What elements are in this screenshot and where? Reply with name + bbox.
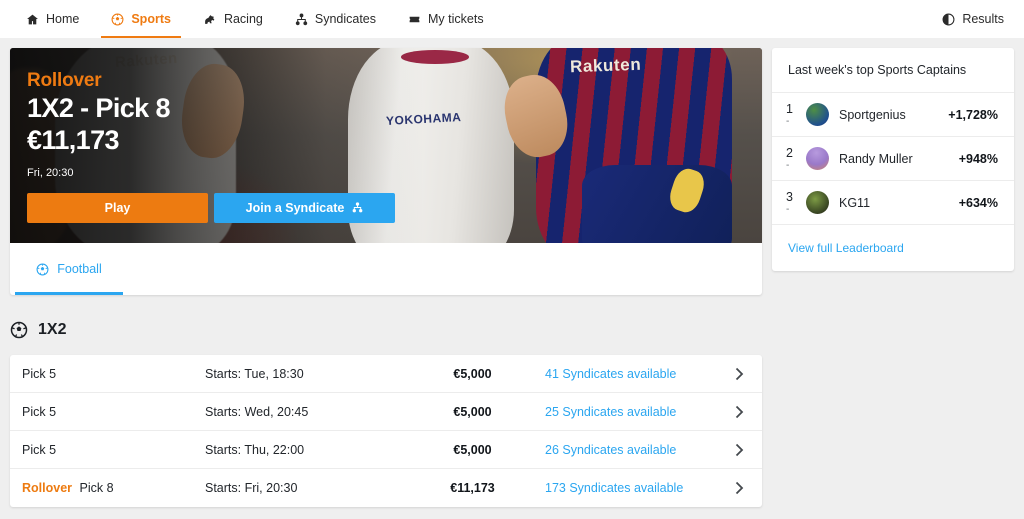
nav-item-label: Sports	[131, 12, 171, 26]
leaderboard-rank: 1 -	[786, 102, 796, 127]
leaderboard-percent: +948%	[958, 151, 998, 166]
contrast-circle-icon	[942, 13, 955, 26]
leaderboard-card: Last week's top Sports Captains 1 - Spor…	[772, 48, 1014, 271]
chevron-right-icon[interactable]	[716, 367, 762, 381]
hero-rollover-badge: Rollover	[27, 70, 102, 91]
play-button-label: Play	[104, 200, 131, 215]
hero-buttons: Play Join a Syndicate	[27, 192, 762, 223]
rank-change-indicator: -	[786, 115, 790, 127]
row-prize: €5,000	[453, 366, 492, 381]
row-pick: Pick 5	[10, 367, 205, 381]
section-title: 1X2	[38, 321, 67, 338]
table-row[interactable]: Pick 5 Starts: Wed, 20:45 €5,000 25 Synd…	[10, 393, 762, 431]
row-pick: Pick 5	[10, 443, 205, 457]
network-icon	[295, 13, 308, 26]
nav-item-label: My tickets	[428, 12, 484, 26]
row-pick: Rollover Pick 8	[10, 481, 205, 495]
row-syndicates-link[interactable]: 173 Syndicates available	[545, 481, 716, 495]
leaderboard-row[interactable]: 3 - KG11 +634%	[772, 181, 1014, 225]
table-row[interactable]: Rollover Pick 8 Starts: Fri, 20:30 €11,1…	[10, 469, 762, 507]
hero-card: YOKOHAMA Rakuten Rakuten Rollover 1X2 - …	[10, 48, 762, 295]
row-start-time: Starts: Wed, 20:45	[205, 404, 309, 419]
page-body: YOKOHAMA Rakuten Rakuten Rollover 1X2 - …	[0, 38, 1024, 295]
hero-content: Rollover 1X2 - Pick 8 €11,173 Fri, 20:30…	[27, 70, 762, 223]
leaderboard-rank: 2 -	[786, 146, 796, 171]
contest-list: Pick 5 Starts: Tue, 18:30 €5,000 41 Synd…	[10, 355, 762, 507]
leaderboard-column: Last week's top Sports Captains 1 - Spor…	[772, 48, 1014, 271]
avatar	[806, 191, 829, 214]
tab-football[interactable]: Football	[15, 243, 123, 295]
hero-prize-amount: €11,173	[27, 124, 120, 155]
avatar	[806, 103, 829, 126]
leaderboard-username: Randy Muller	[839, 151, 913, 166]
rank-number: 3	[786, 190, 793, 205]
chevron-right-icon[interactable]	[716, 443, 762, 457]
view-full-leaderboard-link[interactable]: View full Leaderboard	[788, 241, 904, 255]
leaderboard-percent: +634%	[958, 195, 998, 210]
nav-item-sports[interactable]: Sports	[95, 0, 187, 38]
rank-number: 1	[786, 102, 793, 117]
row-pick-label: Pick 5	[22, 442, 57, 457]
leaderboard-row[interactable]: 2 - Randy Muller +948%	[772, 137, 1014, 181]
hero-start-time: Fri, 20:30	[27, 166, 74, 179]
sport-tabs: Football	[10, 243, 762, 295]
rank-number: 2	[786, 146, 793, 161]
row-syndicates-link[interactable]: 26 Syndicates available	[545, 443, 716, 457]
football-icon	[36, 263, 49, 276]
chevron-right-icon[interactable]	[716, 481, 762, 495]
horse-icon	[203, 13, 217, 26]
nav-items: Home Sports Racing Syndicates My tickets	[10, 0, 500, 38]
play-button[interactable]: Play	[27, 192, 208, 223]
results-button[interactable]: Results	[942, 0, 1010, 38]
leaderboard-percent: +1,728%	[948, 107, 998, 122]
row-syndicates-link[interactable]: 25 Syndicates available	[545, 405, 716, 419]
avatar	[806, 147, 829, 170]
football-icon	[111, 13, 124, 26]
nav-item-label: Syndicates	[314, 12, 377, 26]
nav-item-syndicates[interactable]: Syndicates	[279, 0, 392, 38]
ticket-icon	[408, 13, 421, 26]
row-prize: €5,000	[453, 404, 492, 419]
home-icon	[26, 13, 39, 26]
row-pick-label: Pick 5	[22, 366, 57, 381]
main-column: YOKOHAMA Rakuten Rakuten Rollover 1X2 - …	[10, 48, 762, 295]
section-header-1x2: 1X2	[0, 295, 1024, 355]
row-start-time: Starts: Tue, 18:30	[205, 366, 304, 381]
top-navigation-bar: Home Sports Racing Syndicates My tickets	[0, 0, 1024, 38]
nav-item-home[interactable]: Home	[10, 0, 95, 38]
nav-item-label: Racing	[223, 12, 263, 26]
leaderboard-heading: Last week's top Sports Captains	[772, 48, 1014, 93]
nav-item-racing[interactable]: Racing	[187, 0, 279, 38]
row-prize: €5,000	[453, 442, 492, 457]
row-pick-label: Pick 8	[79, 481, 114, 495]
row-rollover-badge: Rollover	[22, 481, 73, 495]
table-row[interactable]: Pick 5 Starts: Thu, 22:00 €5,000 26 Synd…	[10, 431, 762, 469]
join-syndicate-label: Join a Syndicate	[245, 200, 345, 215]
leaderboard-row[interactable]: 1 - Sportgenius +1,728%	[772, 93, 1014, 137]
nav-item-my-tickets[interactable]: My tickets	[392, 0, 500, 38]
table-row[interactable]: Pick 5 Starts: Tue, 18:30 €5,000 41 Synd…	[10, 355, 762, 393]
row-syndicates-link[interactable]: 41 Syndicates available	[545, 367, 716, 381]
leaderboard-username: KG11	[839, 195, 871, 210]
leaderboard-footer: View full Leaderboard	[772, 225, 1014, 271]
results-label: Results	[962, 12, 1004, 26]
hero-title: 1X2 - Pick 8	[27, 92, 171, 123]
football-icon	[10, 321, 28, 339]
join-syndicate-button[interactable]: Join a Syndicate	[214, 192, 395, 223]
hero-banner[interactable]: YOKOHAMA Rakuten Rakuten Rollover 1X2 - …	[10, 48, 762, 243]
rank-change-indicator: -	[786, 203, 790, 215]
row-prize: €11,173	[450, 481, 495, 495]
chevron-right-icon[interactable]	[716, 405, 762, 419]
leaderboard-rank: 3 -	[786, 190, 796, 215]
row-pick-label: Pick 5	[22, 404, 57, 419]
row-start-time: Starts: Thu, 22:00	[205, 442, 305, 457]
network-icon	[352, 202, 363, 213]
nav-item-label: Home	[46, 12, 80, 26]
rank-change-indicator: -	[786, 159, 790, 171]
row-start-time: Starts: Fri, 20:30	[205, 481, 298, 495]
row-pick: Pick 5	[10, 405, 205, 419]
leaderboard-username: Sportgenius	[839, 107, 906, 122]
tab-football-label: Football	[57, 262, 102, 276]
